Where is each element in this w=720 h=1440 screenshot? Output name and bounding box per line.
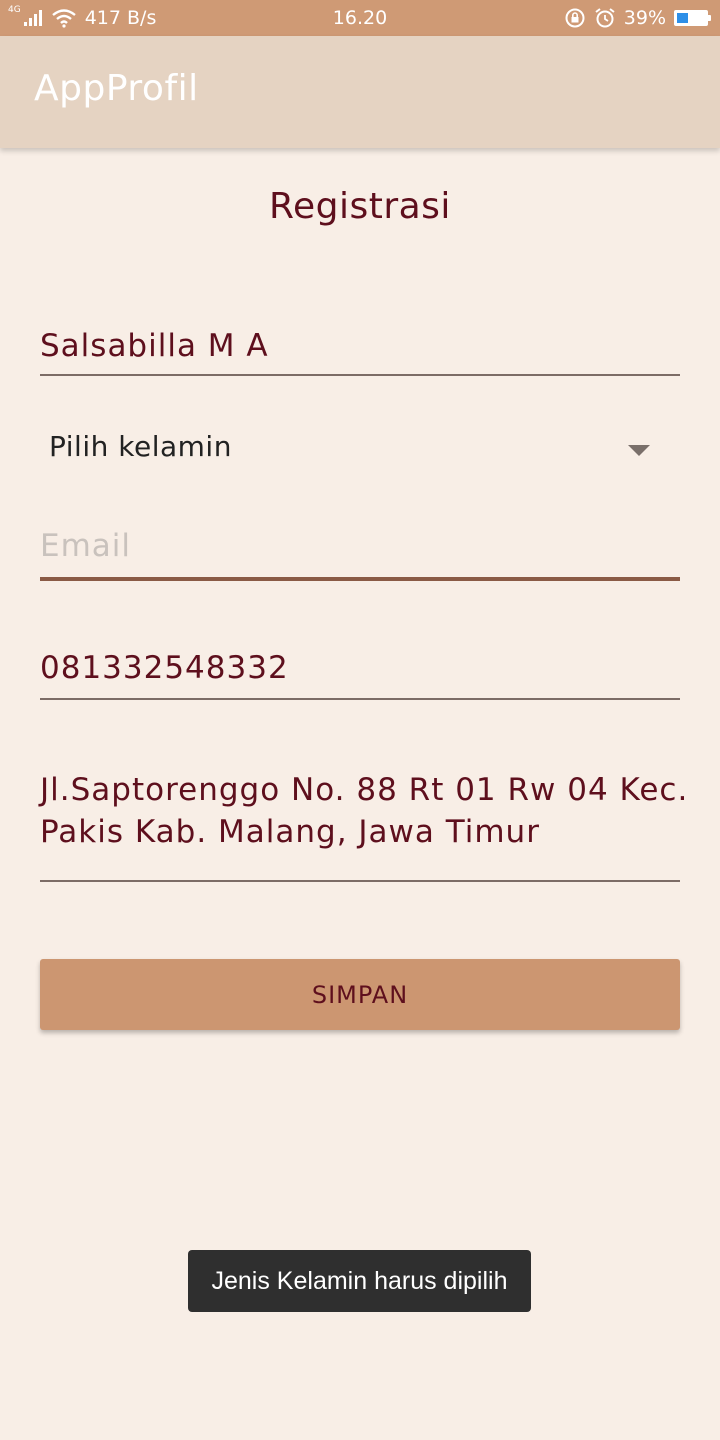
alarm-icon (594, 7, 616, 29)
app-title: AppProfil (34, 68, 199, 109)
address-underline (40, 880, 680, 882)
clock: 16.20 (332, 7, 388, 29)
address-line-2[interactable]: Pakis Kab. Malang, Jawa Timur (40, 814, 680, 850)
page-title: Registrasi (269, 186, 451, 227)
gender-selected: Pilih kelamin (49, 430, 232, 463)
name-underline (40, 374, 680, 376)
app-bar: AppProfil (0, 36, 720, 148)
address-field[interactable]: Jl.Saptorenggo No. 88 Rt 01 Rw 04 Kec. P… (40, 772, 687, 884)
status-bar: 4G 417 B/s 16.20 39% (0, 0, 720, 36)
status-right: 39% (564, 0, 711, 36)
phone-field[interactable]: 081332548332 (40, 650, 680, 702)
rotation-lock-icon (564, 7, 586, 29)
battery-icon (674, 10, 711, 26)
battery-percent: 39% (623, 7, 666, 29)
toast-message: Jenis Kelamin harus dipilih (188, 1250, 531, 1312)
email-underline (40, 577, 680, 581)
address-line-1[interactable]: Jl.Saptorenggo No. 88 Rt 01 Rw 04 Kec. (40, 772, 687, 808)
gender-dropdown[interactable]: Pilih kelamin (40, 430, 680, 474)
email-field[interactable]: Email (40, 528, 680, 582)
name-input[interactable]: Salsabilla M A (40, 328, 680, 364)
phone-underline (40, 698, 680, 700)
battery-level (677, 13, 688, 23)
phone-input[interactable]: 081332548332 (40, 650, 680, 686)
name-field[interactable]: Salsabilla M A (40, 328, 680, 378)
screen: 4G 417 B/s 16.20 39% AppProfil Registras… (0, 0, 720, 1440)
email-input[interactable]: Email (40, 528, 680, 564)
dropdown-arrow-icon[interactable] (628, 445, 650, 456)
save-button[interactable]: SIMPAN (40, 959, 680, 1030)
